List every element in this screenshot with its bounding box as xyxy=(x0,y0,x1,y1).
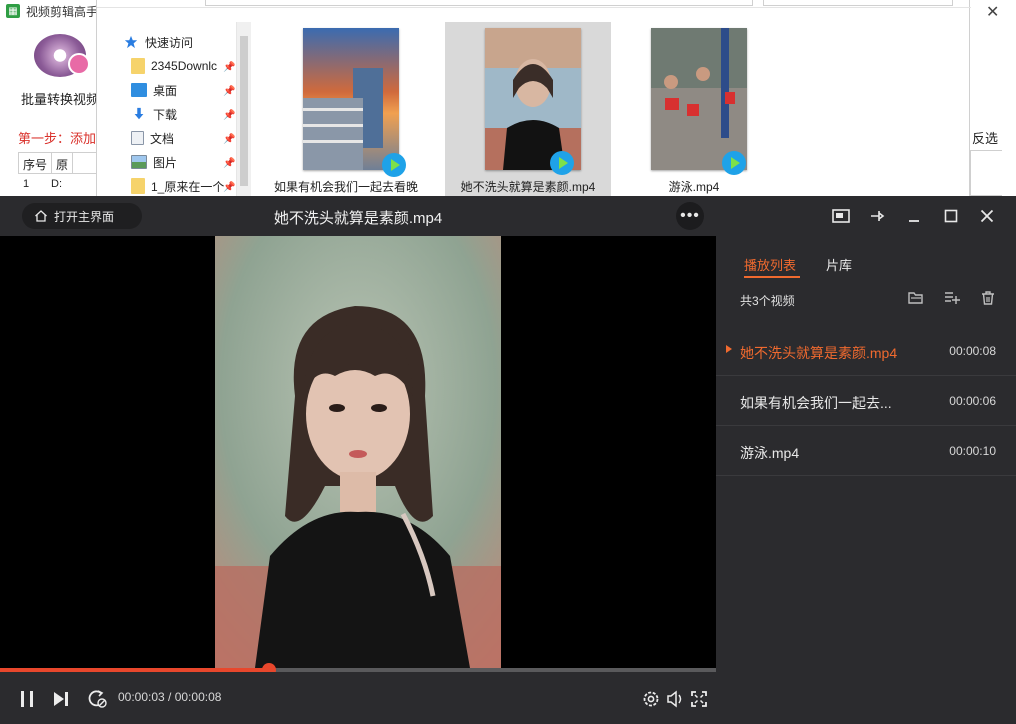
nav-label: 桌面 xyxy=(153,83,178,98)
desktop-icon xyxy=(131,83,147,97)
playlist-item-duration: 00:00:08 xyxy=(949,344,996,358)
video-frame-image xyxy=(215,236,501,668)
video-thumbnail xyxy=(303,28,399,170)
video-thumbnail xyxy=(651,28,747,170)
playback-controls: 00:00:03 / 00:00:08 xyxy=(0,672,716,724)
file-item-selected-video[interactable]: 她不洗头就算是素颜.mp4 xyxy=(445,22,611,200)
pin-icon: 📌 xyxy=(223,62,236,73)
pin-icon: 📌 xyxy=(223,158,236,169)
file-item-swimming-video[interactable]: 游泳.mp4 xyxy=(611,22,777,200)
play-badge-icon xyxy=(722,151,746,175)
volume-icon[interactable] xyxy=(664,688,686,710)
picture-icon xyxy=(131,155,147,169)
nav-item-documents[interactable]: 文档 xyxy=(131,128,174,148)
video-count-label: 共3个视频 xyxy=(740,294,795,308)
playlist-item-duration: 00:00:10 xyxy=(949,444,996,458)
editor-title: 视频剪辑高手 xyxy=(26,4,99,19)
pin-icon: 📌 xyxy=(223,86,236,97)
film-reel-icon xyxy=(34,34,90,77)
download-icon xyxy=(134,107,144,120)
playlist-item-duration: 00:00:06 xyxy=(949,394,996,408)
play-badge-icon xyxy=(382,153,406,177)
table-right-edge xyxy=(970,150,1002,196)
close-icon[interactable] xyxy=(977,206,997,226)
video-frame xyxy=(215,236,501,668)
file-name: 游泳.mp4 xyxy=(668,180,720,194)
document-icon xyxy=(131,131,144,145)
player-titlebar: 打开主界面 她不洗头就算是素颜.mp4 ••• xyxy=(0,196,1016,236)
folder-icon xyxy=(131,58,145,74)
video-player-window: 打开主界面 她不洗头就算是素颜.mp4 ••• 00:00:03 / 00:00… xyxy=(0,196,1016,724)
playlist-item-name: 游泳.mp4 xyxy=(740,445,800,461)
explorer-toolbar xyxy=(97,0,971,8)
trash-icon[interactable] xyxy=(980,290,996,306)
nav-item-downloads-folder[interactable]: 2345Downlc xyxy=(131,56,217,76)
tab-playlist[interactable]: 播放列表 xyxy=(744,255,796,274)
more-options-button[interactable]: ••• xyxy=(676,202,704,230)
row-index: 1 xyxy=(23,178,30,190)
nav-item-folder[interactable]: 1_原来在一个 xyxy=(131,176,224,196)
pin-on-top-icon[interactable] xyxy=(867,206,887,226)
invert-select-button[interactable]: 反选 xyxy=(972,128,998,147)
settings-gear-icon[interactable] xyxy=(640,688,662,710)
file-explorer-window: 快速访问 2345Downlc 桌面 下载 文档 图片 1_原来在一个 📌 📌 … xyxy=(96,0,971,200)
nav-label: 1_原来在一个 xyxy=(151,179,225,194)
star-icon xyxy=(124,35,138,49)
playlist-panel: 播放列表 片库 共3个视频 她不洗头就算是素颜.mp4 00:00:08 如果有… xyxy=(716,236,1016,724)
file-table-header: 序号 原 xyxy=(18,152,98,174)
pause-icon[interactable] xyxy=(16,688,38,710)
file-name: 如果有机会我们一起去看晚 xyxy=(273,180,418,194)
tab-library[interactable]: 片库 xyxy=(826,255,852,274)
pin-icon: 📌 xyxy=(223,110,236,121)
open-folder-icon[interactable] xyxy=(908,290,924,306)
pin-icon: 📌 xyxy=(223,182,236,193)
nav-scrollbar[interactable] xyxy=(237,22,251,200)
nav-label: 下载 xyxy=(153,107,178,122)
playlist-item[interactable]: 游泳.mp4 00:00:10 xyxy=(716,426,1016,476)
nav-label: 2345Downlc xyxy=(151,59,218,73)
column-header-index[interactable]: 序号 xyxy=(19,153,53,173)
now-playing-arrow-icon xyxy=(726,345,732,353)
column-header-source[interactable]: 原 xyxy=(52,153,74,173)
maximize-icon[interactable] xyxy=(941,206,961,226)
fullscreen-icon[interactable] xyxy=(688,688,710,710)
playlist-item[interactable]: 如果有机会我们一起去... 00:00:06 xyxy=(716,376,1016,426)
nav-item-desktop[interactable]: 桌面 xyxy=(131,80,177,100)
table-row[interactable]: 1 D: xyxy=(18,176,98,192)
time-readout: 00:00:03 / 00:00:08 xyxy=(118,690,222,704)
minimize-icon[interactable] xyxy=(904,206,924,226)
nav-item-download[interactable]: 下载 xyxy=(131,104,177,124)
batch-convert-button[interactable]: 批量转换视频 xyxy=(20,28,100,108)
nav-label: 文档 xyxy=(150,131,175,146)
play-badge-icon xyxy=(550,151,574,175)
pin-icon: 📌 xyxy=(223,134,236,145)
nav-scrollbar-thumb[interactable] xyxy=(240,36,248,186)
close-icon[interactable]: ✕ xyxy=(986,2,999,22)
add-to-list-icon[interactable] xyxy=(944,290,960,306)
row-source: D: xyxy=(51,178,62,190)
file-name: 她不洗头就算是素颜.mp4 xyxy=(460,180,596,194)
playlist-item-name: 如果有机会我们一起去... xyxy=(740,395,892,411)
navigation-pane: 快速访问 2345Downlc 桌面 下载 文档 图片 1_原来在一个 📌 📌 … xyxy=(97,22,237,200)
playlist-item-name: 她不洗头就算是素颜.mp4 xyxy=(740,345,898,361)
video-thumbnail xyxy=(485,28,581,170)
file-item-sunset-video[interactable]: 如果有机会我们一起去看晚 xyxy=(263,22,429,200)
nav-item-pictures[interactable]: 图片 xyxy=(131,152,177,172)
nav-label: 图片 xyxy=(153,155,178,170)
search-input[interactable] xyxy=(763,0,953,6)
nav-label: 快速访问 xyxy=(145,35,194,50)
folder-icon xyxy=(131,178,145,194)
video-title: 她不洗头就算是素颜.mp4 xyxy=(273,210,443,227)
playlist-item[interactable]: 她不洗头就算是素颜.mp4 00:00:08 xyxy=(716,326,1016,376)
nav-item-quick-access[interactable]: 快速访问 xyxy=(123,32,193,52)
mini-mode-icon[interactable] xyxy=(831,206,851,226)
batch-convert-label: 批量转换视频 xyxy=(20,92,99,107)
loop-off-icon[interactable] xyxy=(86,688,108,710)
active-tab-indicator xyxy=(744,276,800,278)
app-logo-icon: ▦ xyxy=(6,4,20,18)
address-bar[interactable] xyxy=(205,0,753,6)
next-track-icon[interactable] xyxy=(50,688,72,710)
video-canvas[interactable] xyxy=(0,236,716,668)
